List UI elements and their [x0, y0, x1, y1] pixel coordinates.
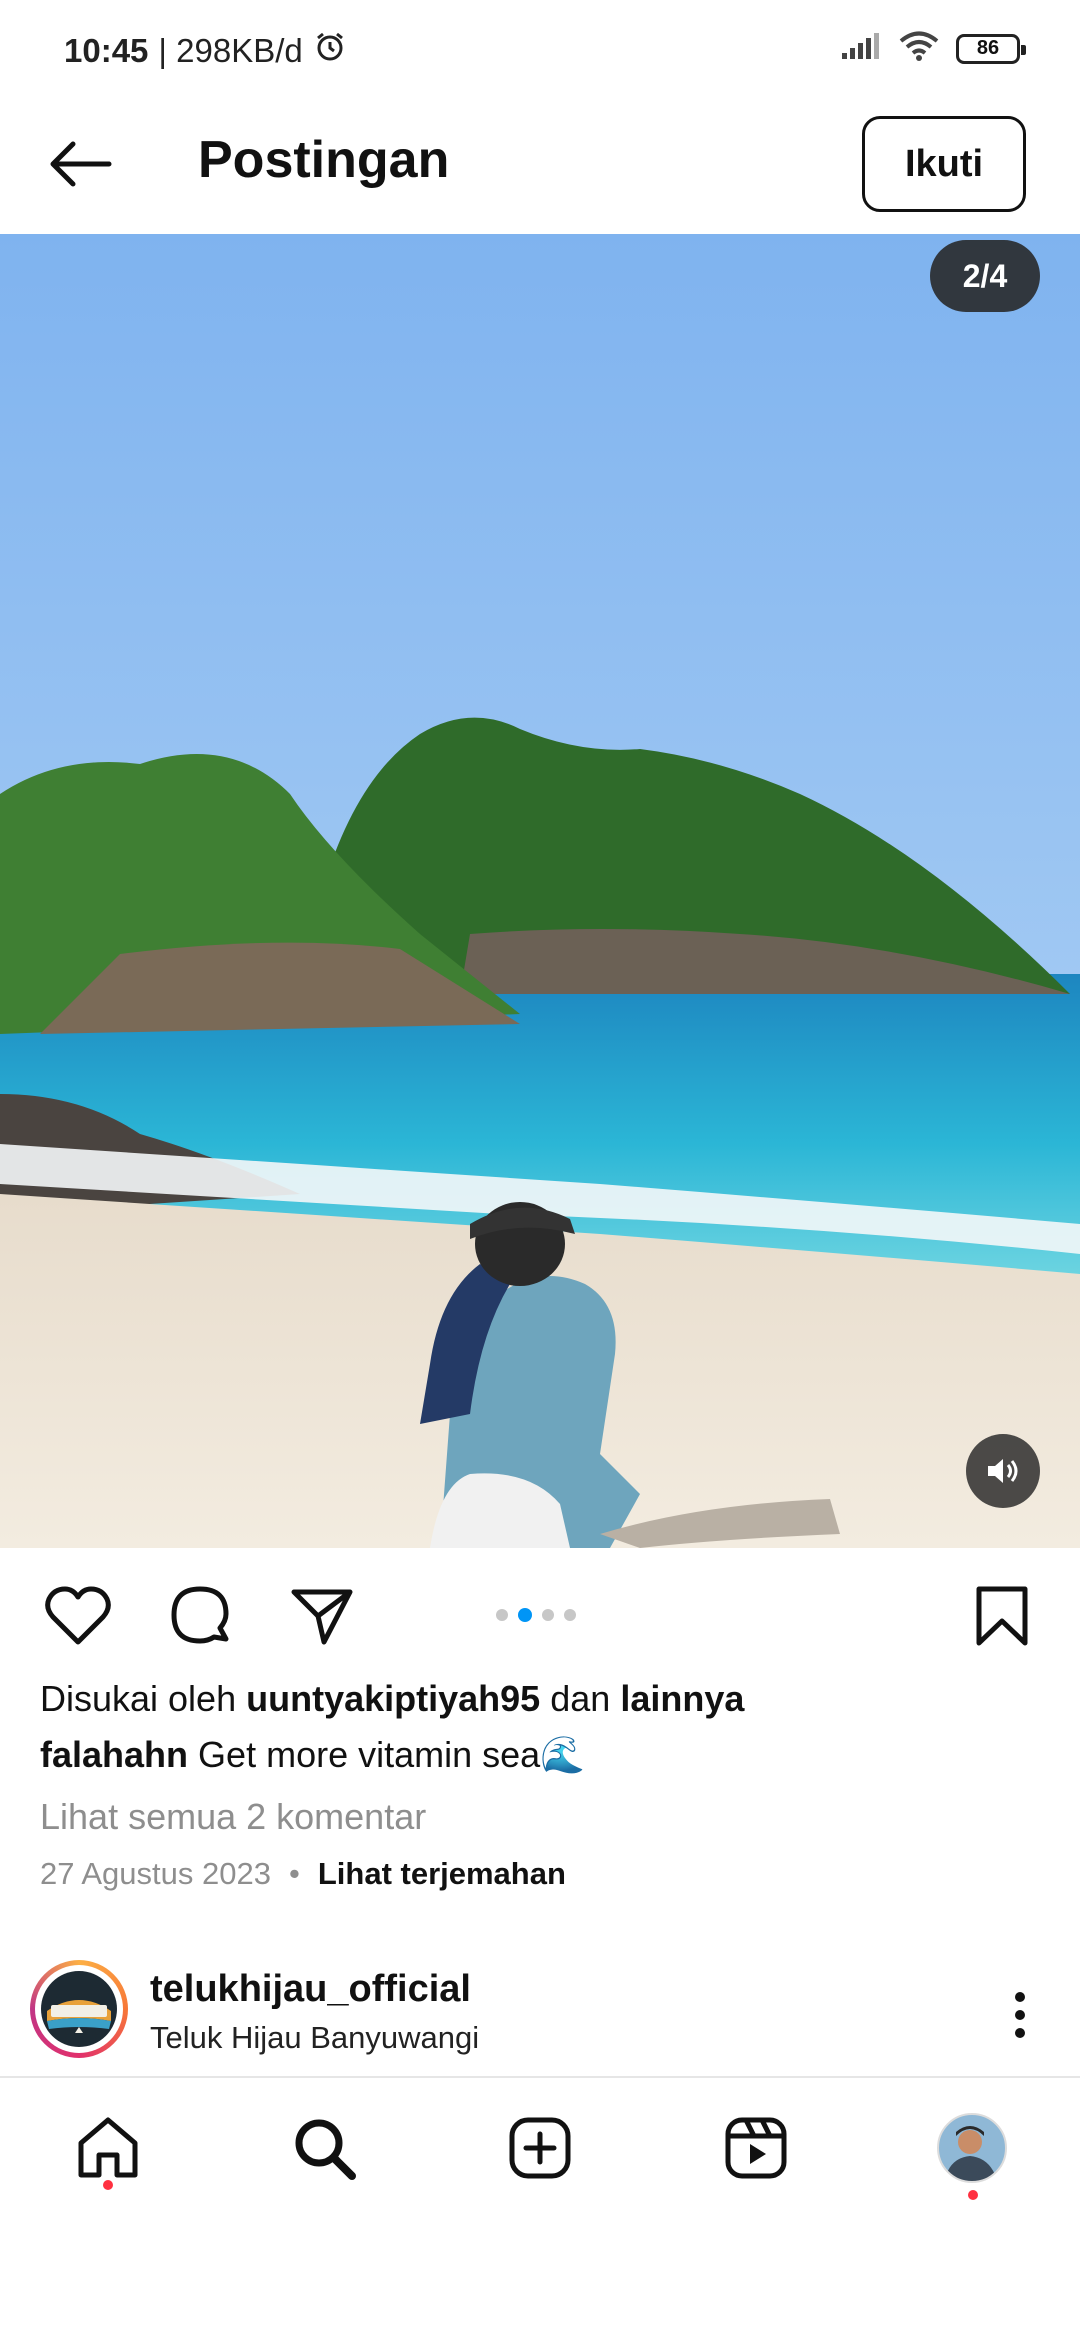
more-vertical-icon [1015, 1992, 1025, 2038]
nav-home[interactable] [68, 2108, 148, 2188]
status-time: 10:45 [64, 32, 149, 69]
account-row[interactable]: telukhijau_official Teluk Hijau Banyuwan… [0, 1956, 1080, 2076]
bookmark-button[interactable] [964, 1578, 1040, 1654]
green-bay-logo-icon [41, 1971, 117, 2047]
meta-separator: • [288, 1856, 300, 1891]
header: Postingan Ikuti [0, 100, 1080, 234]
bookmark-icon [976, 1586, 1028, 1646]
status-data-rate: | 298KB/d [158, 32, 303, 69]
speaker-icon [988, 1459, 1018, 1483]
view-comments-link[interactable]: Lihat semua 2 komentar [40, 1796, 426, 1838]
reels-icon [725, 2117, 787, 2179]
arrow-left-icon [50, 141, 112, 187]
post-image[interactable]: 2/4 [0, 234, 1080, 1548]
carousel-dot [564, 1609, 576, 1621]
like-button[interactable] [40, 1578, 116, 1654]
caption-text: Get more vitamin sea🌊 [198, 1734, 585, 1775]
alarm-icon [313, 30, 347, 72]
nav-reels[interactable] [716, 2108, 796, 2188]
heart-icon [45, 1586, 111, 1645]
likes-others-link[interactable]: lainnya [620, 1678, 744, 1719]
nav-profile[interactable] [932, 2108, 1012, 2188]
search-icon [295, 2119, 356, 2180]
carousel-dot [542, 1609, 554, 1621]
sound-button[interactable] [966, 1434, 1040, 1508]
more-button[interactable] [990, 1980, 1050, 2050]
home-notification-dot [103, 2180, 113, 2190]
nav-create[interactable] [500, 2108, 580, 2188]
account-avatar[interactable] [30, 1960, 128, 2058]
comment-icon [171, 1586, 229, 1644]
action-bar [0, 1548, 1080, 1678]
nav-search[interactable] [284, 2108, 364, 2188]
status-left: 10:45 | 298KB/d [64, 30, 347, 72]
account-avatar-inner [35, 1965, 123, 2053]
post-date: 27 Agustus 2023 [40, 1856, 271, 1891]
likes-joiner: dan [550, 1678, 611, 1719]
follow-button[interactable]: Ikuti [862, 116, 1026, 212]
wifi-icon [898, 30, 940, 67]
carousel-indicator [496, 1608, 576, 1622]
account-username[interactable]: telukhijau_official [150, 1968, 471, 2011]
signal-icon [840, 31, 882, 66]
battery-icon: 86 [956, 33, 1026, 64]
bottom-nav [0, 2076, 1080, 2340]
status-right: 86 [840, 30, 1026, 67]
translate-link[interactable]: Lihat terjemahan [318, 1856, 566, 1892]
add-icon [509, 2117, 571, 2179]
likes-prefix: Disukai oleh [40, 1678, 237, 1719]
profile-notification-dot [968, 2190, 978, 2200]
post-meta: 27 Agustus 2023 • Lihat terjemahan [40, 1856, 566, 1892]
share-button[interactable] [284, 1578, 360, 1654]
carousel-dot-active [518, 1608, 532, 1622]
comment-button[interactable] [162, 1578, 238, 1654]
back-button[interactable] [40, 124, 120, 204]
beach-photo [0, 234, 1080, 1548]
caption: falahahn Get more vitamin sea🌊 [40, 1734, 585, 1776]
caption-username[interactable]: falahahn [40, 1734, 188, 1775]
likes-line: Disukai oleh uuntyakiptiyah95 dan lainny… [40, 1678, 744, 1720]
likes-user-link[interactable]: uuntyakiptiyah95 [246, 1678, 540, 1719]
status-bar: 10:45 | 298KB/d 86 [0, 0, 1080, 100]
home-icon [78, 2117, 138, 2178]
carousel-dot [496, 1609, 508, 1621]
profile-avatar [937, 2113, 1007, 2183]
share-icon [291, 1589, 353, 1645]
page-title: Postingan [198, 131, 450, 189]
account-location[interactable]: Teluk Hijau Banyuwangi [150, 2020, 479, 2056]
page-counter: 2/4 [930, 240, 1040, 312]
